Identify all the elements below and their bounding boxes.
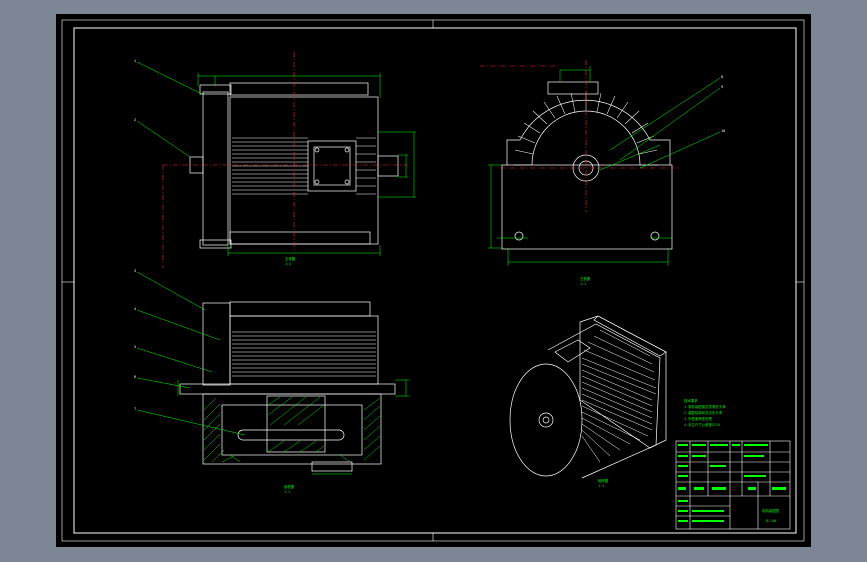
balloon-10: 10 <box>721 129 725 133</box>
drawing-sheet <box>56 14 811 547</box>
balloon-9: 9 <box>721 85 723 89</box>
section-view-scale: 1:1 <box>284 490 290 494</box>
balloon-6: 6 <box>134 375 136 379</box>
cad-drawing-canvas: 主视图 1:1 左视图 1:1 剖视图 1:1 轴测图 1:1 技术要求 1.零… <box>0 0 867 562</box>
balloon-1: 1 <box>134 59 136 63</box>
notes-line-4: 4.未注尺寸公差按IT14 <box>684 422 720 427</box>
iso-view-scale: 1:1 <box>598 484 604 488</box>
front-view-title: 主视图 <box>285 256 296 261</box>
title-block-drawing-name: 电机装配图 <box>762 508 780 513</box>
balloon-4: 4 <box>134 307 136 311</box>
balloon-7: 7 <box>134 407 136 411</box>
balloon-8: 8 <box>721 75 723 79</box>
notes-line-2: 2.装配后转动灵活无卡滞 <box>684 410 723 415</box>
balloon-2: 2 <box>134 118 136 122</box>
iso-view-title: 轴测图 <box>598 478 609 483</box>
side-view-scale: 1:1 <box>580 282 586 286</box>
notes-line-1: 1.零件装配前必须清洗干净 <box>684 404 726 409</box>
front-view-scale: 1:1 <box>285 262 291 266</box>
section-view-title: 剖视图 <box>284 484 295 489</box>
title-block-drawing-no: DJ-00 <box>766 519 776 523</box>
side-view-title: 左视图 <box>580 276 591 281</box>
notes-heading: 技术要求 <box>684 398 698 403</box>
notes-line-3: 3.外表面喷漆处理 <box>684 416 712 421</box>
balloon-3: 3 <box>134 269 136 273</box>
balloon-5: 5 <box>134 345 136 349</box>
